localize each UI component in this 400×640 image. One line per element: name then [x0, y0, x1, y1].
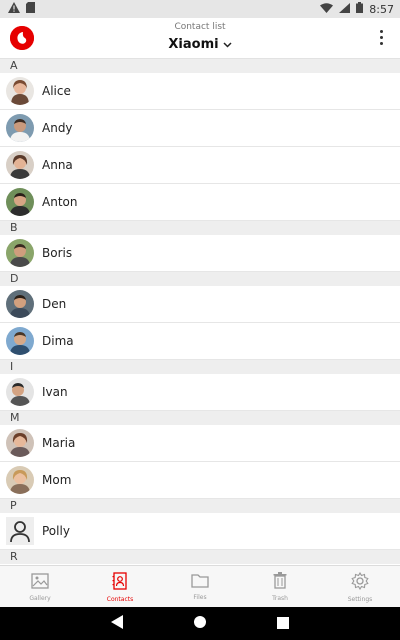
contact-row-anton[interactable]: Anton	[0, 184, 400, 221]
recents-icon[interactable]	[277, 614, 289, 633]
trash-icon	[273, 572, 287, 593]
contact-row-maria[interactable]: Maria	[0, 425, 400, 462]
nav-label: Trash	[272, 595, 288, 602]
avatar	[6, 151, 34, 179]
contact-name: Ivan	[42, 385, 68, 399]
section-header: R	[0, 550, 400, 564]
contact-row-boris[interactable]: Boris	[0, 235, 400, 272]
section-header: I	[0, 360, 400, 374]
contact-row-den[interactable]: Den	[0, 286, 400, 323]
contact-name: Andy	[42, 121, 73, 135]
contact-name: Alice	[42, 84, 71, 98]
nav-label: Contacts	[106, 595, 134, 603]
signal-icon	[339, 2, 351, 16]
contact-row-alice[interactable]: Alice	[0, 73, 400, 110]
contact-row-andy[interactable]: Andy	[0, 110, 400, 147]
header-subtitle: Contact list	[174, 22, 226, 32]
avatar	[6, 290, 34, 318]
contact-name: Anna	[42, 158, 73, 172]
avatar	[6, 188, 34, 216]
device-selector[interactable]: Xiaomi	[168, 36, 232, 54]
sd-card-icon	[26, 2, 35, 16]
avatar	[6, 466, 34, 494]
device-name: Xiaomi	[168, 37, 219, 52]
avatar	[6, 327, 34, 355]
home-icon[interactable]	[193, 614, 207, 633]
contact-name: Den	[42, 297, 67, 311]
section-header: A	[0, 59, 400, 73]
battery-icon	[356, 2, 364, 16]
settings-icon	[351, 571, 369, 594]
contact-name: Maria	[42, 436, 76, 450]
person-placeholder-icon	[6, 517, 34, 545]
avatar	[6, 77, 34, 105]
contact-name: Mom	[42, 473, 72, 487]
avatar	[6, 239, 34, 267]
section-header: B	[0, 221, 400, 235]
folder-icon	[191, 573, 209, 592]
section-header: M	[0, 411, 400, 425]
nav-files[interactable]: Files	[160, 566, 240, 608]
avatar	[6, 429, 34, 457]
more-vert-icon[interactable]	[374, 27, 388, 49]
bottom-nav: Gallery Contacts Files Trash Settings	[0, 565, 400, 608]
contacts-icon	[112, 571, 128, 594]
avatar	[6, 378, 34, 406]
warning-icon	[8, 2, 20, 16]
app-bar: Contact list Xiaomi	[0, 18, 400, 59]
nav-label: Settings	[347, 595, 373, 603]
contact-name: Boris	[42, 246, 73, 260]
nav-trash[interactable]: Trash	[240, 566, 320, 608]
contact-name: Anton	[42, 195, 78, 209]
contact-name: Polly	[42, 524, 70, 538]
chevron-down-icon	[223, 36, 232, 54]
contact-row-ivan[interactable]: Ivan	[0, 374, 400, 411]
nav-contacts[interactable]: Contacts	[80, 566, 160, 608]
avatar	[6, 114, 34, 142]
back-icon[interactable]	[111, 614, 123, 633]
nav-label: Files	[193, 594, 207, 601]
contact-row-anna[interactable]: Anna	[0, 147, 400, 184]
nav-gallery[interactable]: Gallery	[0, 566, 80, 608]
contact-row-polly[interactable]: Polly	[0, 513, 400, 550]
contact-list[interactable]: A Alice Andy Anna Anton B Boris D Den Di…	[0, 59, 400, 564]
wifi-icon	[320, 2, 334, 16]
system-nav-bar	[0, 607, 400, 640]
nav-label: Gallery	[29, 594, 51, 602]
contact-name: Dima	[42, 334, 74, 348]
status-bar: 8:57	[0, 0, 400, 18]
gallery-icon	[31, 572, 49, 593]
section-header: P	[0, 499, 400, 513]
contact-row-dima[interactable]: Dima	[0, 323, 400, 360]
nav-settings[interactable]: Settings	[320, 566, 400, 608]
contact-row-mom[interactable]: Mom	[0, 462, 400, 499]
section-header: D	[0, 272, 400, 286]
clock-time: 8:57	[369, 2, 394, 16]
